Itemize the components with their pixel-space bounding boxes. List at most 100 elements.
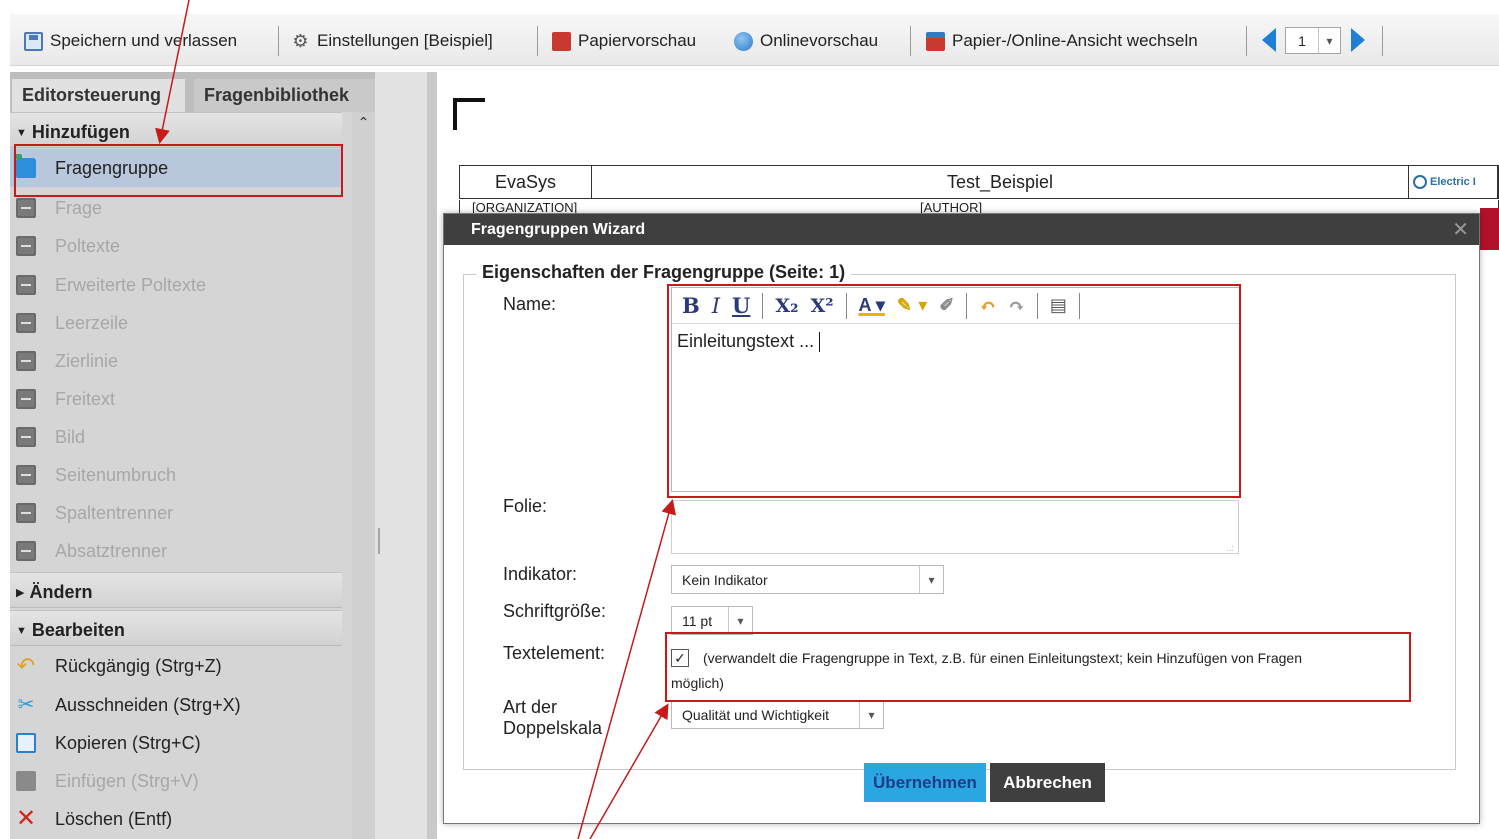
menu-item-label: Freitext	[55, 388, 116, 409]
document-icon	[16, 351, 36, 371]
settings-button[interactable]: ⚙ Einstellungen [Beispiel]	[291, 28, 492, 54]
caret-down-icon: ▼	[16, 127, 27, 139]
globe-icon	[734, 31, 753, 51]
menu-item-column-separator[interactable]: Spaltentrenner	[10, 494, 342, 532]
menu-item-empty-line[interactable]: Leerzeile	[10, 304, 342, 342]
dual-scale-select-value: Qualität und Wichtigkeit	[682, 706, 830, 723]
chevron-down-icon: ▾	[859, 701, 883, 728]
document-icon	[16, 236, 36, 256]
bold-button[interactable]: B	[682, 293, 700, 318]
close-icon[interactable]: ✕	[1452, 217, 1469, 242]
highlight-marker-icon[interactable]: ✎ ▾	[897, 295, 927, 316]
menu-item-label: Poltexte	[55, 235, 121, 256]
document-icon	[16, 389, 36, 409]
name-editor-text: Einleitungstext ...	[677, 331, 815, 351]
text-element-hint-line1: (verwandelt die Fragengruppe in Text, z.…	[703, 650, 1302, 666]
panel-splitter[interactable]	[375, 72, 427, 839]
menu-item-label: Rückgängig (Strg+Z)	[55, 655, 222, 676]
menu-item-page-break[interactable]: Seitenumbruch	[10, 456, 342, 494]
image-icon	[16, 427, 36, 447]
chevron-up-icon[interactable]: ⌃	[352, 114, 375, 134]
italic-button[interactable]: I	[712, 294, 720, 318]
underline-button[interactable]: U	[732, 293, 750, 318]
menu-item-label: Leerzeile	[55, 312, 129, 333]
menu-item-copy[interactable]: Kopieren (Strg+C)	[10, 724, 342, 762]
splitter-grip[interactable]	[378, 528, 380, 554]
text-caret	[819, 332, 821, 353]
eraser-icon[interactable]: ✐	[939, 295, 954, 316]
text-element-checkbox[interactable]: ✓	[671, 649, 689, 667]
arrow-left-icon[interactable]	[1262, 28, 1276, 52]
save-icon	[24, 31, 43, 51]
arrow-right-icon[interactable]	[1351, 28, 1365, 52]
tab-editor-control[interactable]: Editorsteuerung	[12, 79, 185, 112]
toolbar-separator	[910, 26, 911, 56]
panel-scrollbar[interactable]	[352, 112, 375, 839]
document-icon	[16, 313, 36, 333]
folie-label: Folie:	[503, 496, 548, 516]
document-icon	[16, 275, 36, 295]
menu-item-cut[interactable]: ✂ Ausschneiden (Strg+X)	[10, 686, 342, 724]
header-logo: Electric I	[1409, 166, 1498, 198]
menu-item-delete[interactable]: ✕ Löschen (Entf)	[10, 800, 342, 838]
menu-item-label: Kopieren (Strg+C)	[55, 732, 201, 753]
redo-icon[interactable]: ↷	[1008, 294, 1025, 318]
switch-view-button[interactable]: Papier-/Online-Ansicht wechseln	[926, 28, 1198, 54]
menu-item-ornamental-line[interactable]: Zierlinie	[10, 342, 342, 380]
cancel-button[interactable]: Abbrechen	[990, 763, 1105, 802]
paper-preview-label: Papiervorschau	[578, 31, 697, 50]
online-preview-button[interactable]: Onlinevorschau	[734, 28, 878, 54]
toolbar-separator	[537, 26, 538, 56]
menu-item-question-group[interactable]: Fragengruppe	[10, 149, 342, 187]
section-add-label: Hinzufügen	[31, 122, 130, 142]
document-subheader: [ORGANIZATION] [AUTHOR]	[459, 200, 1499, 214]
page-select[interactable]: 1 ▾	[1285, 27, 1341, 54]
dual-scale-select[interactable]: Qualität und Wichtigkeit ▾	[671, 700, 884, 729]
menu-item-extended-pole-texts[interactable]: Erweiterte Poltexte	[10, 266, 342, 304]
apply-button[interactable]: Übernehmen	[864, 763, 986, 802]
menu-item-paragraph-separator[interactable]: Absatztrenner	[10, 532, 342, 570]
pdf-icon	[552, 31, 571, 51]
name-editor-body[interactable]: Einleitungstext ...	[672, 326, 1240, 491]
menu-item-image[interactable]: Bild	[10, 418, 342, 456]
menu-item-paste[interactable]: Einfügen (Strg+V)	[10, 762, 342, 800]
folie-textarea[interactable]	[671, 500, 1239, 554]
document-icon	[16, 541, 36, 561]
page-corner-mark	[453, 98, 485, 130]
undo-icon[interactable]: ↶	[979, 294, 996, 318]
font-color-icon[interactable]: A ▾	[859, 295, 885, 316]
section-edit-label: Bearbeiten	[31, 620, 125, 640]
menu-item-label: Einfügen (Strg+V)	[55, 770, 199, 791]
menu-item-free-text[interactable]: Freitext	[10, 380, 342, 418]
header-organization: EvaSys	[460, 166, 592, 198]
save-and-exit-label: Speichern und verlassen	[50, 31, 238, 50]
menu-item-pole-texts[interactable]: Poltexte	[10, 227, 342, 265]
paste-icon[interactable]: ▤	[1050, 295, 1067, 316]
logo-badge-icon	[1413, 175, 1427, 189]
editor-toolbar-separator	[966, 292, 968, 319]
editor-toolbar-separator	[1078, 292, 1080, 319]
tab-question-library[interactable]: Fragenbibliothek	[194, 79, 375, 112]
section-add-header[interactable]: ▼ Hinzufügen	[10, 112, 342, 148]
header-title: Test_Beispiel	[592, 166, 1409, 198]
subscript-button[interactable]: X₂	[775, 295, 798, 317]
wizard-title-bar: Fragengruppen Wizard ✕	[444, 214, 1479, 245]
indikator-select[interactable]: Kein Indikator ▾	[671, 565, 944, 594]
menu-item-undo[interactable]: ↶ Rückgängig (Strg+Z)	[10, 647, 342, 685]
text-element-row: ✓ (verwandelt die Fragengruppe in Text, …	[669, 646, 1409, 696]
font-size-select[interactable]: 11 pt ▾	[671, 606, 753, 635]
switch-view-label: Papier-/Online-Ansicht wechseln	[952, 31, 1198, 50]
folder-icon	[14, 154, 36, 178]
section-change-header[interactable]: ▶ Ändern	[10, 572, 342, 608]
section-change-label: Ändern	[29, 582, 93, 602]
paper-preview-button[interactable]: Papiervorschau	[552, 28, 696, 54]
editor-toolbar-separator	[845, 292, 847, 319]
page-break-icon	[16, 465, 36, 485]
superscript-button[interactable]: X²	[810, 295, 833, 317]
menu-item-question[interactable]: Frage	[10, 189, 342, 227]
editor-toolbar: B I U X₂ X² A ▾ ✎ ▾ ✐ ↶ ↷ ▤	[672, 288, 1240, 324]
save-and-exit-button[interactable]: Speichern und verlassen	[24, 28, 237, 54]
text-element-hint-line2: möglich)	[671, 675, 724, 691]
section-edit-header[interactable]: ▼ Bearbeiten	[10, 610, 342, 646]
paste-icon	[16, 771, 36, 791]
